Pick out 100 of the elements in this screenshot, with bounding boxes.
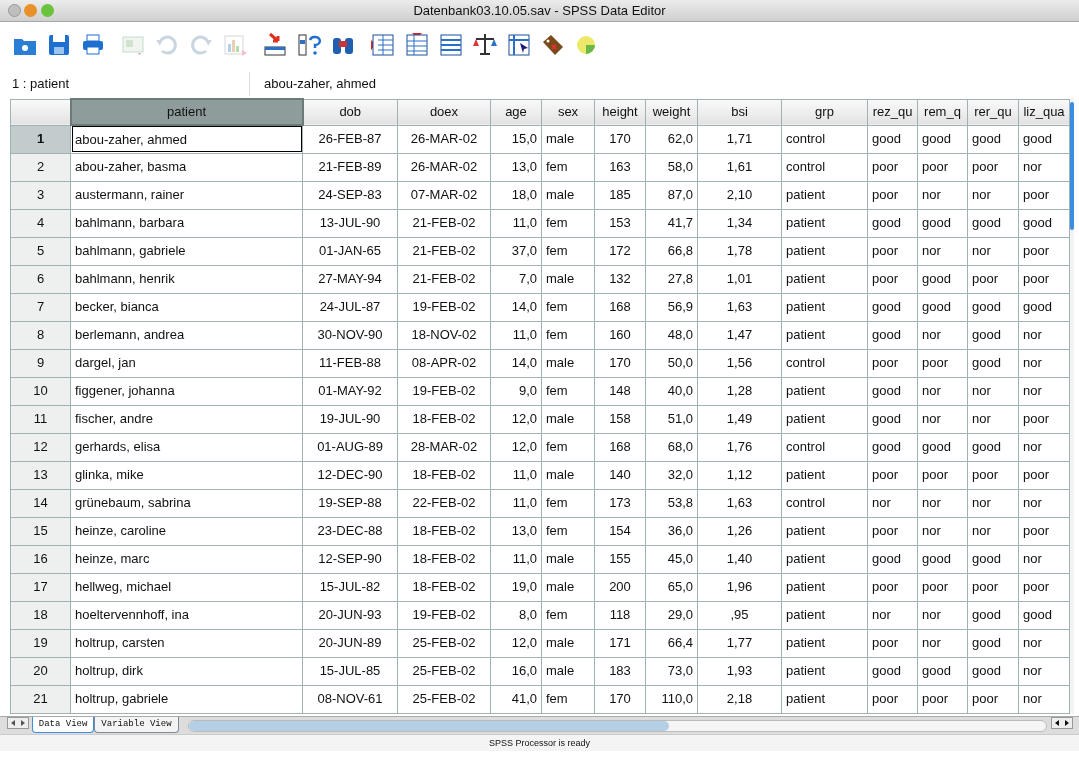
table-cell[interactable]: patient (781, 685, 868, 713)
table-cell[interactable]: nor (917, 405, 968, 433)
table-cell[interactable]: 08-NOV-61 (302, 685, 398, 713)
table-cell[interactable]: patient (781, 181, 868, 209)
table-cell[interactable]: fem (541, 209, 595, 237)
table-cell[interactable]: nor (917, 601, 968, 629)
table-cell[interactable]: 01-JAN-65 (302, 237, 398, 265)
table-cell[interactable]: poor (917, 349, 968, 377)
table-cell[interactable]: poor (1018, 461, 1070, 489)
table-cell[interactable]: poor (1018, 405, 1070, 433)
table-cell[interactable]: 1,26 (697, 517, 782, 545)
table-cell[interactable]: 45,0 (645, 545, 698, 573)
table-cell[interactable]: good (867, 321, 918, 349)
column-header[interactable]: doex (397, 99, 491, 125)
table-cell[interactable]: 1,40 (697, 545, 782, 573)
table-cell[interactable]: patient (781, 461, 868, 489)
table-cell[interactable]: 21-FEB-02 (397, 237, 491, 265)
table-cell[interactable]: 19-JUL-90 (302, 405, 398, 433)
table-cell[interactable]: abou-zaher, basma (70, 153, 303, 181)
table-cell[interactable]: 20-JUN-93 (302, 601, 398, 629)
table-cell[interactable]: nor (1018, 685, 1070, 713)
column-header[interactable]: age (490, 99, 542, 125)
table-cell[interactable]: 2,10 (697, 181, 782, 209)
table-cell[interactable]: fem (541, 517, 595, 545)
table-cell[interactable]: good (867, 209, 918, 237)
table-cell[interactable]: good (917, 265, 968, 293)
table-cell[interactable]: bahlmann, henrik (70, 265, 303, 293)
table-cell[interactable]: male (541, 349, 595, 377)
table-cell[interactable]: 23-DEC-88 (302, 517, 398, 545)
table-cell[interactable]: 30-NOV-90 (302, 321, 398, 349)
table-cell[interactable]: poor (1018, 517, 1070, 545)
table-cell[interactable]: 183 (594, 657, 646, 685)
table-cell[interactable]: good (917, 209, 968, 237)
tag-icon[interactable] (540, 32, 566, 58)
table-cell[interactable]: 2,18 (697, 685, 782, 713)
table-cell[interactable]: 19-SEP-88 (302, 489, 398, 517)
table-cell[interactable]: good (967, 629, 1019, 657)
table-cell[interactable]: 19,0 (490, 573, 542, 601)
table-cell[interactable]: control (781, 153, 868, 181)
scroll-thumb[interactable] (189, 720, 670, 731)
table-cell[interactable]: 66,4 (645, 629, 698, 657)
table-cell[interactable]: 200 (594, 573, 646, 601)
table-cell[interactable]: 15-JUL-85 (302, 657, 398, 685)
table-cell[interactable]: nor (967, 237, 1019, 265)
table-cell[interactable]: patient (781, 629, 868, 657)
table-cell[interactable]: nor (1018, 545, 1070, 573)
table-cell[interactable]: poor (967, 573, 1019, 601)
row-number[interactable]: 16 (10, 545, 71, 573)
row-number[interactable]: 19 (10, 629, 71, 657)
table-cell[interactable]: poor (867, 181, 918, 209)
table-cell[interactable]: nor (967, 181, 1019, 209)
table-cell[interactable]: good (967, 601, 1019, 629)
table-cell[interactable]: 110,0 (645, 685, 698, 713)
table-cell[interactable]: 25-FEB-02 (397, 685, 491, 713)
table-cell[interactable]: nor (917, 237, 968, 265)
table-cell[interactable]: 15-JUL-82 (302, 573, 398, 601)
table-cell[interactable]: good (917, 545, 968, 573)
table-cell[interactable]: berlemann, andrea (70, 321, 303, 349)
table-cell[interactable]: 53,8 (645, 489, 698, 517)
table-cell[interactable]: 50,0 (645, 349, 698, 377)
table-cell[interactable]: nor (917, 377, 968, 405)
table-cell[interactable]: 1,61 (697, 153, 782, 181)
table-cell[interactable]: fem (541, 377, 595, 405)
table-cell[interactable]: poor (967, 265, 1019, 293)
table-cell[interactable]: fem (541, 433, 595, 461)
question-icon[interactable] (296, 32, 322, 58)
table-cell[interactable]: 12,0 (490, 433, 542, 461)
table-cell[interactable]: 1,12 (697, 461, 782, 489)
table-cell[interactable]: 172 (594, 237, 646, 265)
table-cell[interactable]: 20-JUN-89 (302, 629, 398, 657)
table-cell[interactable]: good (867, 657, 918, 685)
column-header[interactable]: patient (70, 99, 303, 125)
table-cell[interactable]: good (1018, 209, 1070, 237)
row-number[interactable]: 7 (10, 293, 71, 321)
vertical-scrollbar[interactable] (1070, 98, 1074, 714)
row-number[interactable]: 11 (10, 405, 71, 433)
table-cell[interactable]: good (917, 125, 968, 153)
table-cell[interactable]: good (967, 433, 1019, 461)
table-cell[interactable]: good (867, 293, 918, 321)
table-cell[interactable]: good (917, 657, 968, 685)
table-cell[interactable]: 8,0 (490, 601, 542, 629)
table-cell[interactable]: fem (541, 237, 595, 265)
table-icon[interactable] (438, 32, 464, 58)
table-cell[interactable]: male (541, 125, 595, 153)
table-cell[interactable]: patient (781, 657, 868, 685)
table-cell[interactable]: poor (1018, 237, 1070, 265)
table-cell[interactable]: 18-FEB-02 (397, 573, 491, 601)
table-cell[interactable]: 14,0 (490, 293, 542, 321)
table-cell[interactable]: 48,0 (645, 321, 698, 349)
tab-scroll-arrows-icon[interactable] (6, 716, 29, 729)
table-cell[interactable]: poor (867, 573, 918, 601)
table-cell[interactable]: 73,0 (645, 657, 698, 685)
table-cell[interactable]: 1,77 (697, 629, 782, 657)
table-cell[interactable]: 132 (594, 265, 646, 293)
table-cell[interactable]: 25-FEB-02 (397, 629, 491, 657)
column-header[interactable]: sex (541, 99, 595, 125)
table-cell[interactable]: 11,0 (490, 321, 542, 349)
table-cell[interactable]: poor (967, 685, 1019, 713)
table-cell[interactable]: nor (1018, 433, 1070, 461)
table-cell[interactable]: nor (967, 489, 1019, 517)
